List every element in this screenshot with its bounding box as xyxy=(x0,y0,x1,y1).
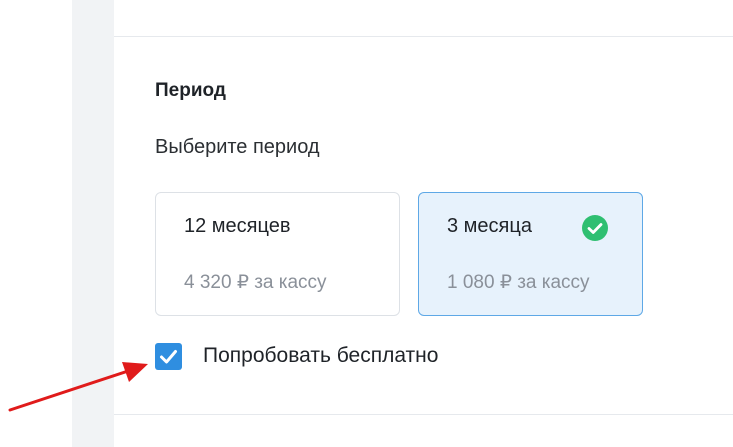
section-divider-top xyxy=(114,36,733,37)
check-circle-icon xyxy=(582,215,608,241)
period-option-label: 12 месяцев xyxy=(184,215,291,237)
period-option-label: 3 месяца xyxy=(447,215,532,237)
trial-checkbox[interactable] xyxy=(155,343,182,370)
checkmark-icon xyxy=(160,350,177,364)
left-panel-strip xyxy=(72,0,114,447)
section-title: Период xyxy=(155,80,226,101)
section-divider-bottom xyxy=(114,414,733,415)
period-option-3-months[interactable]: 3 месяца 1 080 ₽ за кассу xyxy=(418,192,643,316)
period-option-12-months[interactable]: 12 месяцев 4 320 ₽ за кассу xyxy=(155,192,400,316)
period-option-price: 4 320 ₽ за кассу xyxy=(184,272,327,293)
section-subtitle: Выберите период xyxy=(155,136,320,158)
trial-checkbox-label[interactable]: Попробовать бесплатно xyxy=(203,344,438,368)
period-option-price: 1 080 ₽ за кассу xyxy=(447,272,590,293)
